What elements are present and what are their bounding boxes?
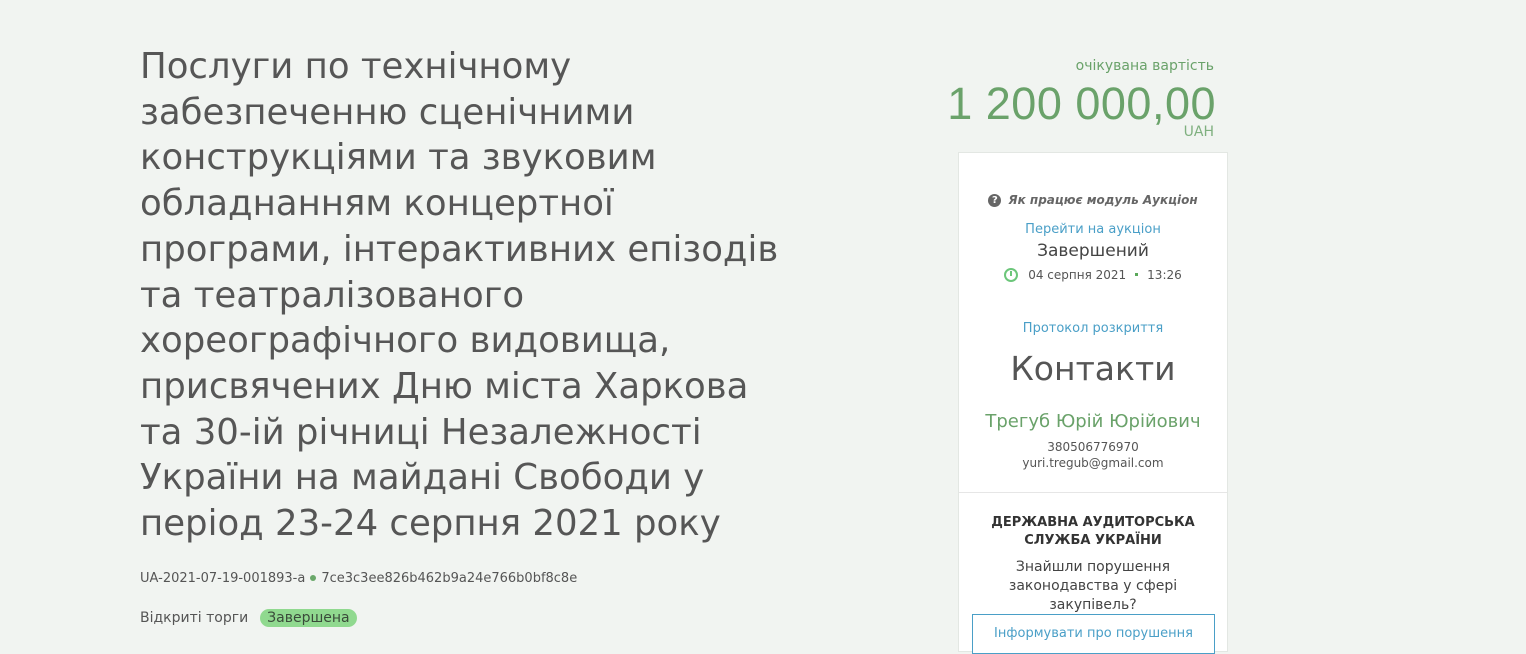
tender-title: Послуги по технічному забезпеченню сцені…: [140, 46, 779, 545]
go-to-auction-link[interactable]: Перейти на аукціон: [959, 222, 1227, 237]
contact-email: yuri.tregub@gmail.com: [1022, 456, 1164, 470]
tender-meta: Відкриті торги Завершена: [140, 609, 357, 627]
audit-service-title: ДЕРЖАВНА АУДИТОРСЬКА СЛУЖБА УКРАЇНИ: [991, 515, 1195, 548]
price-currency: UAH: [1183, 124, 1214, 140]
auction-time: 13:26: [1147, 268, 1182, 282]
clock-icon: [1004, 268, 1019, 282]
auction-status: Завершений: [1037, 241, 1149, 261]
separator-dot-icon: [310, 575, 317, 581]
panel-divider: [959, 492, 1227, 493]
auction-sidebar-panel: ? Як працює модуль Аукціон Перейти на аук…: [958, 152, 1228, 654]
how-auction-works-label: Як працює модуль Аукціон: [1008, 193, 1198, 207]
question-icon: ?: [988, 194, 1002, 207]
separator-dot-icon: [1135, 273, 1139, 276]
audit-question: Знайшли порушення законодавства у сфері …: [1008, 559, 1178, 613]
contacts-heading: Контакти: [1010, 349, 1176, 388]
tender-identifiers: UA-2021-07-19-001893-a 7ce3c3ee826b462b9a…: [140, 571, 577, 586]
contact-phone: 380506776970: [1047, 440, 1139, 454]
procedure-type: Відкриті торги: [140, 610, 249, 626]
status-badge: Завершена: [260, 609, 357, 627]
tender-id: UA-2021-07-19-001893-a: [140, 571, 306, 586]
auction-datetime: 04 серпня 2021 13:26: [959, 268, 1227, 282]
how-auction-works-link[interactable]: ? Як працює модуль Аукціон: [959, 193, 1227, 207]
contact-name: Трегуб Юрій Юрійович: [985, 411, 1201, 432]
tender-hash: 7ce3c3ee826b462b9a24e766b0bf8c8e: [321, 571, 578, 586]
auction-date: 04 серпня 2021: [1028, 268, 1127, 282]
expected-price-amount: 1 200 000,00: [947, 78, 1216, 129]
opening-protocol-link[interactable]: Протокол розкриття: [959, 321, 1227, 336]
expected-price-label: очікувана вартість: [1075, 58, 1214, 74]
report-violation-button[interactable]: Інформувати про порушення: [972, 614, 1215, 654]
